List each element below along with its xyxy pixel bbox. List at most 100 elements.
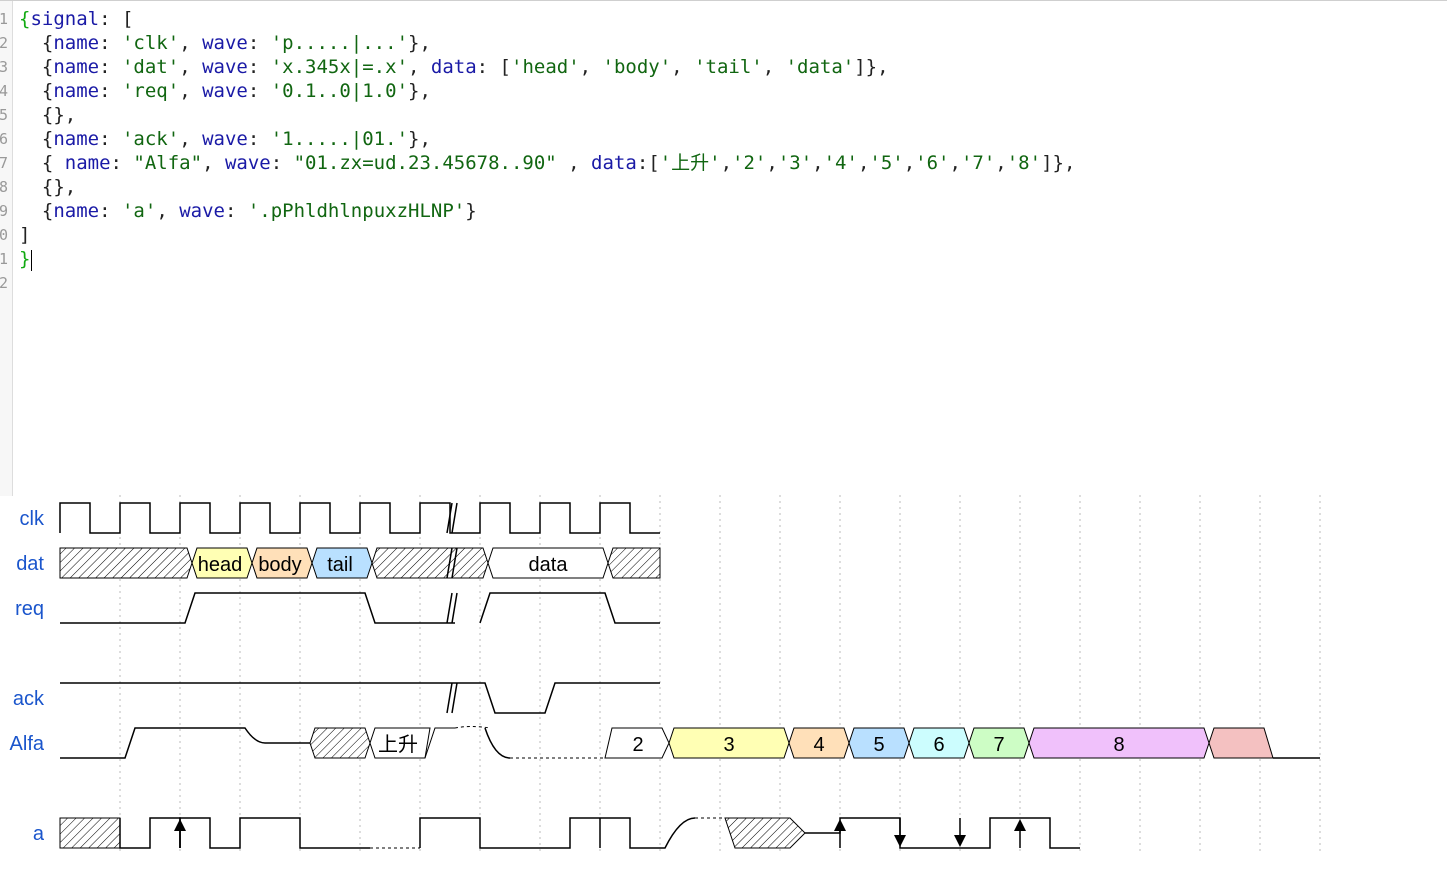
code-token: 'head' [511,56,580,78]
code-token: , [179,32,203,54]
code-token: wave [202,56,248,78]
line-number: 5 [0,103,8,127]
code-token: "01.zx=ud.23.45678..90" [293,152,557,174]
code-token: wave [202,32,248,54]
code-token: wave [179,200,225,222]
code-token: , [812,152,824,174]
code-token: , [579,56,603,78]
code-token: '7' [960,152,996,174]
code-token: 'a' [121,200,157,222]
code-token: }, [408,32,431,54]
code-token: 'body' [602,56,672,78]
alfa-segment-9 [1208,727,1274,759]
code-token: : [247,128,271,150]
code-token: "Alfa" [133,152,203,174]
code-token: 'tail' [694,56,763,78]
code-area[interactable]: {signal: [ {name: 'clk', wave: 'p.....|.… [19,7,1075,295]
code-token: '6' [915,152,950,174]
line-number: 7 [0,151,8,175]
code-token: '1.....|01.' [270,128,409,150]
code-token: signal [30,8,100,30]
signal-label-a: a [33,823,45,845]
code-token: '2' [732,152,767,174]
code-token: , [408,56,431,78]
code-token: '.pPhldhlnpuxzHLNP' [247,200,466,222]
code-token: : [99,128,122,150]
code-token: } [19,248,31,270]
code-token: {}, [19,176,77,198]
dat-label-body: body [258,554,301,576]
code-token: }, [408,128,431,150]
code-line: {}, [19,175,1075,199]
code-token: { [19,8,31,30]
code-line: {name: 'ack', wave: '1.....|01.'}, [19,127,1075,151]
a-waveform [59,817,1080,849]
alfa-label-3: 3 [723,734,734,756]
code-token: , [202,152,225,174]
code-token: : [247,56,271,78]
line-number: 3 [0,55,8,79]
code-token: '4' [823,152,858,174]
line-number: 6 [0,127,8,151]
dat-label-head: head [198,554,243,576]
code-token: name [53,32,100,54]
code-token: , [179,80,203,102]
code-token: , [857,152,870,174]
alfa-label-8: 8 [1113,734,1124,756]
code-token: ] [19,224,31,246]
code-token: data [430,56,477,78]
code-token: name [53,128,100,150]
dat-label-data: data [529,554,569,576]
code-line: ] [19,223,1075,247]
code-token: wave [224,152,271,174]
line-number: 1 [0,247,8,271]
code-editor[interactable]: 123456789012 {signal: [ {name: 'clk', wa… [0,0,1447,496]
code-token: : [99,32,122,54]
code-line: {name: 'a', wave: '.pPhldhlnpuxzHLNP'} [19,199,1075,223]
code-token: : [247,32,271,54]
code-line: {}, [19,103,1075,127]
signal-label-ack: ack [13,688,45,710]
code-token: '5' [869,152,904,174]
code-token: , [179,56,203,78]
dat-label-tail: tail [327,554,353,576]
code-token: name [53,80,100,102]
code-token: name [64,152,111,174]
code-token: } [465,200,477,222]
line-number: 2 [0,271,8,295]
code-token: : [ [99,8,134,30]
code-token: , [762,56,786,78]
line-number: 2 [0,31,8,55]
code-token: { [19,152,65,174]
code-token: : [247,80,271,102]
signal-label-req: req [15,598,44,620]
alfa-label-2: 2 [632,734,643,756]
code-token: , [903,152,916,174]
signal-label-alfa: Alfa [10,733,45,755]
alfa-label-6: 6 [933,734,944,756]
alfa-label-rise: 上升 [378,733,418,756]
line-number: 0 [0,223,8,247]
code-token: { [19,128,54,150]
code-token: 'x.345x|=.x' [270,56,409,78]
alfa-label-5: 5 [873,734,884,756]
code-token: { [19,56,54,78]
code-token: wave [202,80,248,102]
code-token: '上升' [659,152,721,174]
signal-label-dat: dat [16,553,44,575]
code-token: 'clk' [121,32,180,54]
code-line: {name: 'clk', wave: 'p.....|...'}, [19,31,1075,55]
text-cursor [31,250,32,271]
code-token: 'p.....|...' [270,32,409,54]
code-token: }, [408,80,431,102]
alfa-waveform [60,726,1320,759]
time-gap-markers [446,502,458,714]
signal-label-clk: clk [20,508,45,530]
code-token: , [766,152,778,174]
code-token: name [53,56,100,78]
code-line: {name: 'req', wave: '0.1..0|1.0'}, [19,79,1075,103]
code-line: { name: "Alfa", wave: "01.zx=ud.23.45678… [19,151,1076,175]
code-token: 'dat' [121,56,180,78]
code-token: , [179,128,203,150]
